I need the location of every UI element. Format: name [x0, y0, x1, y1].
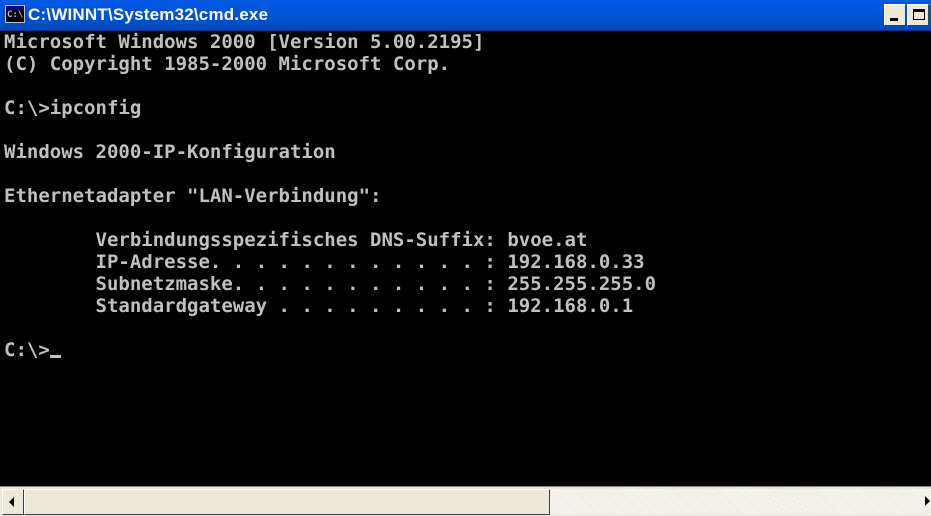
console-line: C:\>ipconfig [4, 97, 142, 119]
minimize-icon [890, 18, 898, 21]
console-line: Microsoft Windows 2000 [Version 5.00.219… [4, 31, 485, 53]
scroll-left-arrow-icon [9, 497, 14, 507]
console-line: Subnetzmaske. . . . . . . . . . . : 255.… [4, 273, 657, 295]
scroll-right-button[interactable] [925, 489, 931, 515]
console-output[interactable]: Microsoft Windows 2000 [Version 5.00.219… [0, 31, 931, 486]
cmd-window: C:\ C:\WINNT\System32\cmd.exe Microsoft … [0, 0, 931, 516]
console-line: Standardgateway . . . . . . . . . : 192.… [4, 295, 634, 317]
cmd-console-icon[interactable]: C:\ [5, 5, 25, 23]
title-bar[interactable]: C:\ C:\WINNT\System32\cmd.exe [0, 0, 931, 31]
console-icon-glyph: C:\ [7, 10, 24, 20]
console-text: Microsoft Windows 2000 [Version 5.00.219… [4, 31, 656, 361]
maximize-icon [913, 9, 925, 20]
console-line: Verbindungsspezifisches DNS-Suffix: bvoe… [4, 229, 588, 251]
window-title: C:\WINNT\System32\cmd.exe [28, 5, 269, 24]
scroll-left-button[interactable] [2, 489, 24, 515]
console-line: (C) Copyright 1985-2000 Microsoft Corp. [4, 53, 451, 75]
console-line: Windows 2000-IP-Konfiguration [4, 141, 336, 163]
scroll-thumb[interactable] [24, 489, 550, 515]
maximize-button[interactable] [907, 4, 929, 26]
prompt-line: C:\> [4, 339, 656, 361]
console-line: IP-Adresse. . . . . . . . . . . . : 192.… [4, 251, 645, 273]
text-cursor [49, 355, 61, 358]
command-prompt: C:\> [4, 339, 50, 361]
scroll-right-arrow-icon [925, 496, 930, 506]
horizontal-scrollbar[interactable] [0, 486, 931, 516]
minimize-button[interactable] [884, 4, 906, 26]
console-line: Ethernetadapter "LAN-Verbindung": [4, 185, 382, 207]
